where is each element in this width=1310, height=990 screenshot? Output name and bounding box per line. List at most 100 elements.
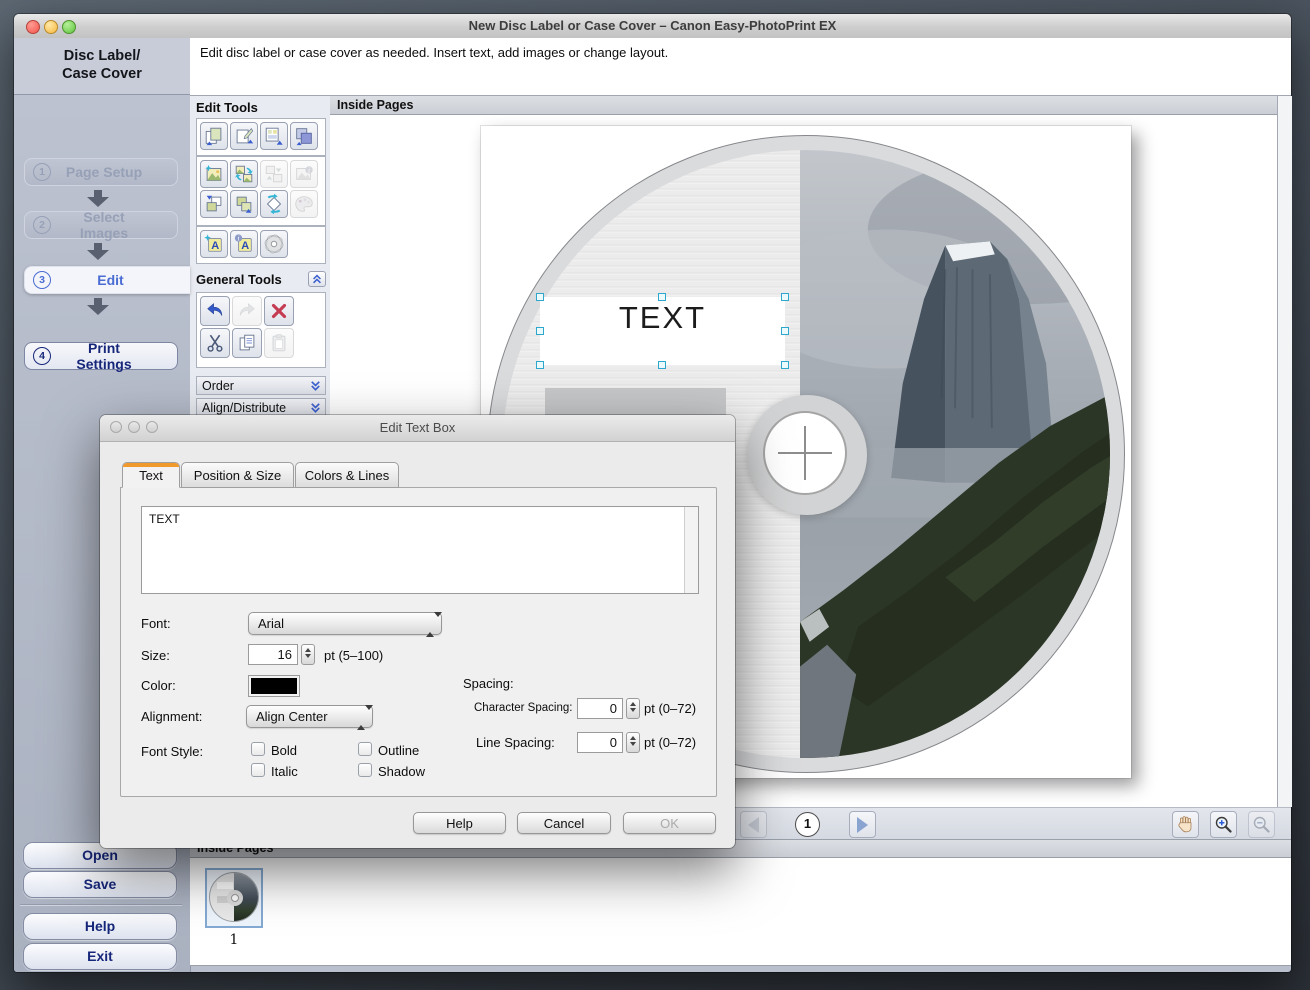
desktop: New Disc Label or Case Cover – Canon Eas… <box>0 0 1310 990</box>
svg-text:A: A <box>241 240 249 252</box>
correct-image-icon <box>290 190 318 218</box>
selection-handle-se[interactable] <box>781 361 789 369</box>
svg-text:i: i <box>237 235 239 243</box>
character-spacing-stepper[interactable] <box>626 698 640 719</box>
size-stepper[interactable] <box>301 644 315 665</box>
save-button[interactable]: Save <box>23 871 177 898</box>
selection-handle-w[interactable] <box>536 327 544 335</box>
alignment-select[interactable]: Align Center <box>246 705 373 728</box>
tab-colors-lines[interactable]: Colors & Lines <box>295 462 399 488</box>
zoom-in-icon <box>1213 814 1234 835</box>
svg-text:A: A <box>211 240 219 252</box>
arrow-down-icon <box>87 190 109 207</box>
chevron-double-up-icon <box>311 273 323 285</box>
add-text-icon[interactable]: A <box>200 230 228 258</box>
exit-button[interactable]: Exit <box>23 943 177 970</box>
move-forward-icon[interactable] <box>230 190 258 218</box>
edit-page-icon[interactable] <box>230 122 258 150</box>
thumbnail-strip: Inside Pages 1 <box>190 840 1291 966</box>
chevron-double-down-icon <box>309 379 322 392</box>
next-page-button[interactable] <box>849 811 876 838</box>
selection-handle-s[interactable] <box>658 361 666 369</box>
alignment-label: Alignment: <box>141 709 202 724</box>
textarea-scrollbar[interactable] <box>684 507 698 593</box>
line-spacing-stepper[interactable] <box>626 732 640 753</box>
sidebar-item-edit[interactable]: 3 Edit <box>24 266 190 294</box>
arrow-right-icon <box>857 817 868 833</box>
previous-page-button <box>740 811 767 838</box>
bold-checkbox[interactable] <box>251 742 265 756</box>
popup-arrows-icon <box>357 710 365 726</box>
rotate-object-icon[interactable] <box>260 190 288 218</box>
zoom-in-button[interactable] <box>1210 811 1237 838</box>
edit-tools-row-1 <box>196 118 326 156</box>
add-image-icon[interactable] <box>200 160 228 188</box>
change-layout-icon[interactable] <box>260 122 288 150</box>
change-theme-icon[interactable] <box>200 122 228 150</box>
shadow-checkbox[interactable] <box>358 763 372 777</box>
sidebar-item-print-settings[interactable]: 4 Print Settings <box>24 342 178 370</box>
text-content-field[interactable]: TEXT <box>141 506 699 594</box>
sidebar-title: Disc Label/ Case Cover <box>14 38 190 95</box>
redo-icon <box>232 296 262 326</box>
color-label: Color: <box>141 678 176 693</box>
color-swatch-button[interactable] <box>248 675 300 697</box>
character-spacing-range: pt (0–72) <box>644 701 696 716</box>
copy-icon[interactable] <box>232 328 262 358</box>
delete-icon[interactable] <box>264 296 294 326</box>
selection-handle-n[interactable] <box>658 293 666 301</box>
selection-handle-e[interactable] <box>781 327 789 335</box>
outline-checkbox[interactable] <box>358 742 372 756</box>
order-section[interactable]: Order <box>196 376 326 395</box>
change-background-icon[interactable] <box>290 122 318 150</box>
popup-arrows-icon <box>426 617 434 633</box>
shadow-label: Shadow <box>378 764 425 779</box>
character-spacing-label: Character Spacing: <box>474 702 572 714</box>
line-spacing-input[interactable] <box>577 732 623 753</box>
line-spacing-label: Line Spacing: <box>476 735 555 750</box>
paste-icon <box>264 328 294 358</box>
character-spacing-input[interactable] <box>577 698 623 719</box>
thumbnail-page-number: 1 <box>205 932 263 948</box>
disc-hub <box>747 395 867 515</box>
color-chip <box>251 678 297 694</box>
font-select[interactable]: Arial <box>248 612 442 635</box>
help-button[interactable]: Help <box>23 913 177 940</box>
selection-handle-ne[interactable] <box>781 293 789 301</box>
text-tab-panel: TEXT Font: Arial Size: pt (5–100) Color:… <box>120 487 717 797</box>
zoom-out-button <box>1248 811 1275 838</box>
page-indicator: 1 <box>795 812 820 837</box>
font-value: Arial <box>258 616 284 631</box>
selection-handle-nw[interactable] <box>536 293 544 301</box>
bold-label: Bold <box>271 743 297 758</box>
dialog-help-button[interactable]: Help <box>413 812 506 834</box>
hand-tool-button[interactable] <box>1172 811 1199 838</box>
arrow-down-icon <box>87 243 109 260</box>
svg-text:i: i <box>308 166 310 174</box>
swap-images-icon[interactable] <box>230 160 258 188</box>
edit-tools-title: Edit Tools <box>196 100 258 115</box>
arrow-left-icon <box>748 817 759 833</box>
page-thumbnail[interactable] <box>205 868 263 928</box>
text-object[interactable]: TEXT <box>540 297 785 365</box>
tab-text[interactable]: Text <box>122 462 180 488</box>
dialog-cancel-button[interactable]: Cancel <box>517 812 611 834</box>
general-tools-title: General Tools <box>196 272 282 287</box>
selection-handle-sw[interactable] <box>536 361 544 369</box>
italic-checkbox[interactable] <box>251 763 265 777</box>
size-input[interactable] <box>248 644 298 665</box>
window-title: New Disc Label or Case Cover – Canon Eas… <box>14 18 1291 33</box>
collapse-general-tools-button[interactable] <box>308 271 326 287</box>
thumbnail-text-marks <box>217 882 233 889</box>
spacing-label: Spacing: <box>463 676 514 691</box>
cut-icon[interactable] <box>200 328 230 358</box>
edit-text-icon[interactable]: Ai <box>230 230 258 258</box>
instruction-text: Edit disc label or case cover as needed.… <box>190 38 1291 67</box>
sidebar-item-select-images: 2 Select Images <box>24 211 178 239</box>
tab-position-size[interactable]: Position & Size <box>181 462 294 488</box>
disc-position-icon[interactable] <box>260 230 288 258</box>
edit-tools-row-3: A Ai <box>196 226 326 264</box>
font-label: Font: <box>141 616 171 631</box>
undo-icon[interactable] <box>200 296 230 326</box>
move-backward-icon[interactable] <box>200 190 228 218</box>
